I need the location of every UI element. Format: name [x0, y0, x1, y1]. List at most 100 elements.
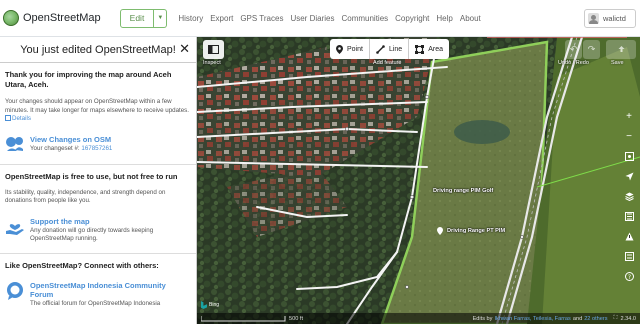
brand-name: OpenStreetMap [23, 12, 101, 24]
support-map-link[interactable]: Support the map [30, 217, 191, 226]
nav-links: History Export GPS Traces User Diaries C… [178, 14, 487, 23]
undo-redo-group: ↶ ↷ [564, 40, 600, 59]
zoom-to-selection-button[interactable] [620, 147, 638, 165]
donation-section: OpenStreetMap is free to use, but not fr… [0, 163, 196, 244]
osm-logo-icon [3, 10, 19, 26]
osm-small-icon: ⛶ [613, 315, 618, 321]
community-heading: Like OpenStreetMap? Connect with others: [5, 260, 159, 270]
add-area-button[interactable]: Area [409, 39, 449, 59]
scale-label: 500 ft [289, 315, 303, 322]
user-menu-button[interactable]: walictd [584, 9, 636, 28]
details-link-label: Details [12, 115, 31, 122]
undo-button[interactable]: ↶ [565, 40, 582, 59]
save-button[interactable] [606, 40, 636, 59]
bing-logo-icon [201, 301, 207, 309]
inspect-button[interactable] [203, 40, 224, 59]
issues-button[interactable] [620, 227, 638, 245]
nav-link-history[interactable]: History [178, 14, 203, 23]
edit-dropdown-button[interactable]: ▼ [154, 8, 168, 28]
redo-button[interactable]: ↷ [583, 40, 600, 59]
undo-icon: ↶ [569, 44, 578, 54]
add-feature-label: Add feature [373, 60, 402, 66]
preferences-icon [624, 251, 634, 261]
version-label[interactable]: 2.34.0 [620, 316, 636, 322]
plus-icon: + [626, 110, 632, 122]
details-icon [5, 115, 11, 121]
map-editor[interactable]: Inspect Point Line Area Add feature ↶ ↷ … [197, 37, 640, 324]
add-point-button[interactable]: Point [330, 39, 370, 59]
thank-you-message: Thank you for improving the map around A… [5, 70, 172, 89]
add-line-label: Line [388, 45, 403, 53]
editors-links[interactable]: Ikhwan Farras, Teilesia, Farras [494, 316, 570, 322]
satellite-imagery [197, 37, 640, 324]
edits-by-label: Edits by [472, 315, 493, 322]
community-forum-link[interactable]: OpenStreetMap Indonesia Community Forum [30, 281, 191, 299]
warning-icon [625, 232, 633, 240]
add-point-label: Point [347, 45, 363, 53]
poi-pin-icon[interactable] [437, 227, 443, 235]
edit-success-sidebar: You just edited OpenStreetMap! ✕ Thank y… [0, 37, 197, 324]
line-icon [376, 44, 385, 54]
top-navigation: OpenStreetMap Edit ▼ History Export GPS … [0, 0, 640, 37]
avatar [588, 13, 599, 24]
golf-area-label[interactable]: Driving range PIM Golf [433, 188, 493, 194]
add-line-button[interactable]: Line [370, 39, 410, 59]
zoom-in-button[interactable]: + [620, 107, 638, 125]
sidebar-title: You just edited OpenStreetMap! [20, 43, 176, 56]
minus-icon: − [626, 130, 632, 142]
propagation-note: Your changes should appear on OpenStreet… [5, 98, 191, 124]
imagery-name: Bing [209, 302, 220, 308]
help-icon: ? [624, 271, 634, 281]
sidebar-header: You just edited OpenStreetMap! ✕ [0, 37, 196, 63]
scale-bar [201, 315, 286, 321]
heart-hand-icon [6, 223, 24, 235]
golf-point-label[interactable]: Driving Range PT PIM [447, 228, 505, 234]
and-label: and [572, 315, 583, 322]
preferences-button[interactable] [620, 247, 638, 265]
save-label: Save [611, 60, 624, 66]
nav-link-export[interactable]: Export [210, 14, 233, 23]
imagery-attribution[interactable]: Bing [201, 300, 223, 310]
zoom-out-button[interactable]: − [620, 127, 638, 145]
nav-link-copyright[interactable]: Copyright [395, 14, 429, 23]
undo-redo-label: Undo / Redo [558, 60, 589, 66]
location-arrow-icon [625, 172, 633, 180]
brand-link[interactable]: OpenStreetMap [3, 0, 101, 36]
inspect-label: Inspect [203, 60, 221, 66]
nav-link-gps-traces[interactable]: GPS Traces [240, 14, 283, 23]
help-button[interactable]: ? [620, 267, 638, 285]
details-link[interactable]: Details [5, 115, 31, 122]
changeset-label: Your changeset #: [30, 144, 80, 152]
nav-link-communities[interactable]: Communities [341, 14, 388, 23]
view-changes-icon [6, 136, 23, 151]
changeset-info: Your changeset #: 167857261 [30, 145, 112, 154]
community-section: Like OpenStreetMap? Connect with others:… [0, 252, 196, 309]
nav-link-user-diaries[interactable]: User Diaries [290, 14, 334, 23]
user-name: walictd [603, 14, 626, 23]
close-icon[interactable]: ✕ [179, 42, 190, 56]
map-data-icon [624, 211, 634, 221]
nav-link-help[interactable]: Help [436, 14, 452, 23]
map-footer: 500 ft Edits by Ikhwan Farras, Teilesia,… [197, 313, 640, 324]
changeset-id-link[interactable]: 167857261 [81, 145, 112, 152]
geolocate-button[interactable] [620, 167, 638, 185]
zoom-to-icon [624, 151, 634, 161]
svg-text:?: ? [627, 273, 630, 280]
map-pin-icon [336, 44, 343, 54]
map-data-button[interactable] [620, 207, 638, 225]
community-item: OpenStreetMap Indonesia Community Forum … [5, 281, 191, 309]
donation-text: Its stability, quality, independence, an… [5, 188, 166, 205]
add-feature-toolbar: Point Line Area [330, 39, 449, 59]
background-button[interactable] [620, 187, 638, 205]
nav-link-about[interactable]: About [460, 14, 481, 23]
upload-icon [618, 46, 624, 52]
edit-button[interactable]: Edit [119, 8, 155, 28]
support-item: Support the map Any donation will go dir… [5, 217, 191, 244]
others-link[interactable]: 22 others [584, 316, 607, 322]
donation-heading: OpenStreetMap is free to use, but not fr… [5, 171, 178, 181]
redo-icon: ↷ [587, 44, 596, 54]
view-changes-link[interactable]: View Changes on OSM [30, 135, 112, 144]
chevron-down-icon: ▼ [157, 15, 164, 21]
view-changes-item: View Changes on OSM Your changeset #: 16… [5, 135, 191, 155]
panel-toggle-icon [208, 45, 219, 54]
